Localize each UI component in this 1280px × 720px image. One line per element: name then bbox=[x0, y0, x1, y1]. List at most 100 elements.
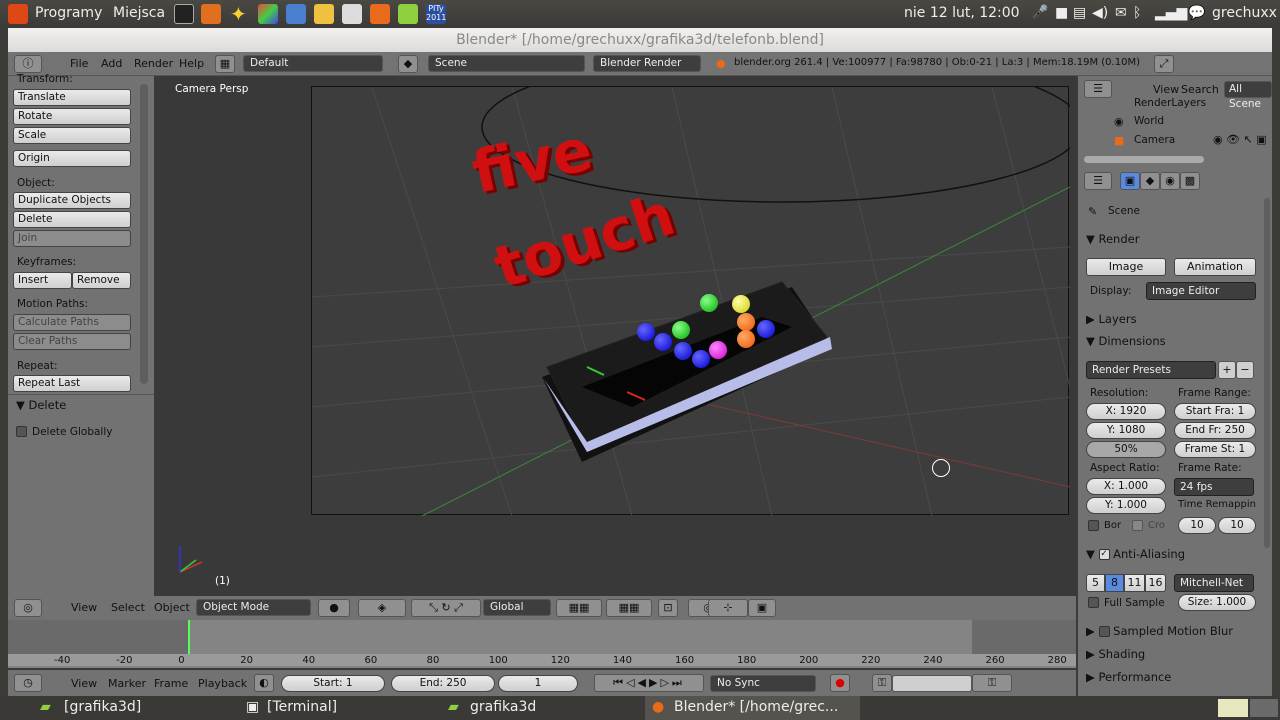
scale-button[interactable]: Scale bbox=[13, 127, 131, 144]
keying-set-icon[interactable]: ⚿ bbox=[872, 674, 892, 692]
outliner-filter-dropdown[interactable]: All Scene bbox=[1224, 81, 1272, 110]
terminal-launcher-icon[interactable] bbox=[174, 4, 194, 24]
delete-panel-header[interactable]: ▼ Delete bbox=[16, 398, 66, 412]
username[interactable]: grechuxx bbox=[1212, 5, 1277, 21]
anti-aliasing-checkbox[interactable]: ✓ bbox=[1098, 549, 1110, 560]
pin-icon[interactable]: ✎ bbox=[1088, 205, 1097, 218]
record-icon[interactable]: ● bbox=[830, 674, 850, 692]
menu-object[interactable]: Object bbox=[154, 601, 190, 614]
outliner-item-world[interactable]: World bbox=[1134, 115, 1164, 127]
clock[interactable]: nie 12 lut, 12:00 bbox=[904, 5, 1020, 21]
stop-icon[interactable]: ■ bbox=[1055, 5, 1068, 21]
fullscreen-icon[interactable]: ⤢ bbox=[1154, 55, 1174, 73]
menu-marker[interactable]: Marker bbox=[108, 677, 146, 690]
layout-icon[interactable]: ▦ bbox=[215, 55, 235, 73]
aa-samples-11[interactable]: 11 bbox=[1124, 574, 1145, 592]
calculate-paths-button[interactable]: Calculate Paths bbox=[13, 314, 131, 331]
dimensions-panel-header[interactable]: ▼ Dimensions bbox=[1086, 334, 1262, 348]
remove-preset-icon[interactable]: − bbox=[1236, 361, 1254, 379]
motion-blur-panel-header[interactable]: ▶ Sampled Motion Blur bbox=[1086, 624, 1262, 638]
render-panel-header[interactable]: ▼ Render bbox=[1086, 232, 1262, 246]
layout-field[interactable]: Default bbox=[243, 55, 383, 72]
menu-programs[interactable]: Programy bbox=[35, 5, 102, 21]
lock-camera-icon[interactable]: ⊡ bbox=[658, 599, 678, 617]
scene-tab-icon[interactable]: ◆ bbox=[1140, 172, 1160, 190]
anti-aliasing-panel-header[interactable]: ▼ ✓ Anti-Aliasing bbox=[1086, 547, 1262, 561]
remap-old-field[interactable]: 10 bbox=[1178, 517, 1216, 534]
3d-cursor-icon[interactable] bbox=[932, 459, 950, 477]
end-frame-field[interactable]: End Fr: 250 bbox=[1174, 422, 1256, 439]
end-frame-field[interactable]: End: 250 bbox=[391, 675, 495, 692]
shading-panel-header[interactable]: ▶ Shading bbox=[1086, 647, 1262, 661]
bluetooth-icon[interactable]: ᛒ bbox=[1133, 5, 1141, 21]
sync-dropdown[interactable]: No Sync bbox=[710, 675, 816, 692]
keyframe-insert-icon[interactable]: ⚿ bbox=[972, 674, 1012, 692]
viewport-shading-icon[interactable]: ● bbox=[318, 599, 350, 617]
menu-view[interactable]: View bbox=[1153, 83, 1179, 96]
notes-launcher-icon[interactable] bbox=[314, 4, 334, 24]
layers-panel-header[interactable]: ▶ Layers bbox=[1086, 312, 1262, 326]
origin-button[interactable]: Origin bbox=[13, 150, 131, 167]
start-frame-field[interactable]: Start Fra: 1 bbox=[1174, 403, 1256, 420]
keyboard-icon[interactable]: ▤ bbox=[1073, 5, 1086, 21]
render-animation-button[interactable]: Animation bbox=[1174, 258, 1256, 276]
render-tab-icon[interactable]: ▣ bbox=[1120, 172, 1140, 190]
current-frame-field[interactable]: 1 bbox=[498, 675, 578, 692]
aa-samples-16[interactable]: 16 bbox=[1145, 574, 1166, 592]
crop-checkbox[interactable] bbox=[1132, 520, 1143, 531]
taskbar-item-blender[interactable]: Blender* [/home/grec... bbox=[674, 699, 838, 715]
toolshelf-scrollbar[interactable] bbox=[140, 84, 148, 384]
mail-icon[interactable]: ✉ bbox=[1115, 5, 1127, 21]
repeat-last-button[interactable]: Repeat Last bbox=[13, 375, 131, 392]
current-frame-marker[interactable] bbox=[188, 620, 190, 656]
remove-keyframe-button[interactable]: Remove bbox=[72, 272, 131, 289]
timeline-editor-type-icon[interactable]: ◷ bbox=[14, 674, 42, 692]
render-engine-dropdown[interactable]: Blender Render bbox=[593, 55, 701, 72]
aa-samples-8[interactable]: 8 bbox=[1105, 574, 1124, 592]
menu-add[interactable]: Add bbox=[101, 57, 122, 70]
volume-icon[interactable]: ◀) bbox=[1092, 5, 1108, 21]
resolution-y-field[interactable]: Y: 1080 bbox=[1086, 422, 1166, 439]
duplicate-objects-button[interactable]: Duplicate Objects bbox=[13, 192, 131, 209]
world-tab-icon[interactable]: ◉ bbox=[1160, 172, 1180, 190]
screenshot-launcher-icon[interactable] bbox=[342, 4, 362, 24]
image-app-launcher-icon[interactable] bbox=[258, 4, 278, 24]
menu-playback[interactable]: Playback bbox=[198, 677, 247, 690]
visibility-icons[interactable]: ◉ 👁 ↖ ▣ bbox=[1213, 133, 1267, 146]
render-presets-dropdown[interactable]: Render Presets bbox=[1086, 361, 1216, 379]
mode-dropdown[interactable]: Object Mode bbox=[196, 599, 311, 616]
workspace-switcher[interactable] bbox=[1218, 699, 1248, 717]
resolution-x-field[interactable]: X: 1920 bbox=[1086, 403, 1166, 420]
aa-filter-dropdown[interactable]: Mitchell-Net bbox=[1174, 574, 1254, 592]
translate-button[interactable]: Translate bbox=[13, 89, 131, 106]
texture-tab-icon[interactable]: ▩ bbox=[1180, 172, 1200, 190]
menu-render[interactable]: Render bbox=[134, 57, 173, 70]
frame-step-field[interactable]: Frame St: 1 bbox=[1174, 441, 1256, 458]
3d-editor-type-icon[interactable]: ◎ bbox=[14, 599, 42, 617]
taskbar-item-terminal[interactable]: [Terminal] bbox=[267, 699, 337, 715]
timeline[interactable]: -40 -20 0 20 40 60 80 100 120 140 160 180 200 220 240 2… bbox=[8, 620, 1076, 668]
properties-scrollbar[interactable] bbox=[1264, 198, 1270, 548]
editor-type-icon[interactable]: ⓘ bbox=[14, 55, 42, 73]
menu-view[interactable]: View bbox=[71, 677, 97, 690]
keying-set-field[interactable] bbox=[892, 675, 972, 692]
menu-places[interactable]: Miejsca bbox=[113, 5, 165, 21]
delete-globally-checkbox[interactable] bbox=[16, 426, 27, 437]
chat-icon[interactable]: 💬 bbox=[1188, 5, 1205, 21]
microphone-icon[interactable]: 🎤 bbox=[1032, 5, 1048, 20]
render-icon[interactable]: ▣ bbox=[748, 599, 776, 617]
workspace-switcher[interactable] bbox=[1250, 699, 1278, 717]
snap-icon[interactable]: ⊹ bbox=[708, 599, 748, 617]
resolution-percent-field[interactable]: 50% bbox=[1086, 441, 1166, 458]
aa-size-field[interactable]: Size: 1.000 bbox=[1178, 594, 1256, 611]
display-dropdown[interactable]: Image Editor bbox=[1146, 282, 1256, 300]
menu-search[interactable]: Search bbox=[1181, 83, 1219, 96]
editor-launcher-icon[interactable] bbox=[398, 4, 418, 24]
menu-view[interactable]: View bbox=[71, 601, 97, 614]
outliner-scrollbar[interactable] bbox=[1084, 156, 1204, 163]
motion-blur-checkbox[interactable] bbox=[1098, 626, 1110, 637]
start-frame-field[interactable]: Start: 1 bbox=[281, 675, 385, 692]
aspect-y-field[interactable]: Y: 1.000 bbox=[1086, 497, 1166, 514]
menu-select[interactable]: Select bbox=[111, 601, 145, 614]
menu-help[interactable]: Help bbox=[179, 57, 204, 70]
